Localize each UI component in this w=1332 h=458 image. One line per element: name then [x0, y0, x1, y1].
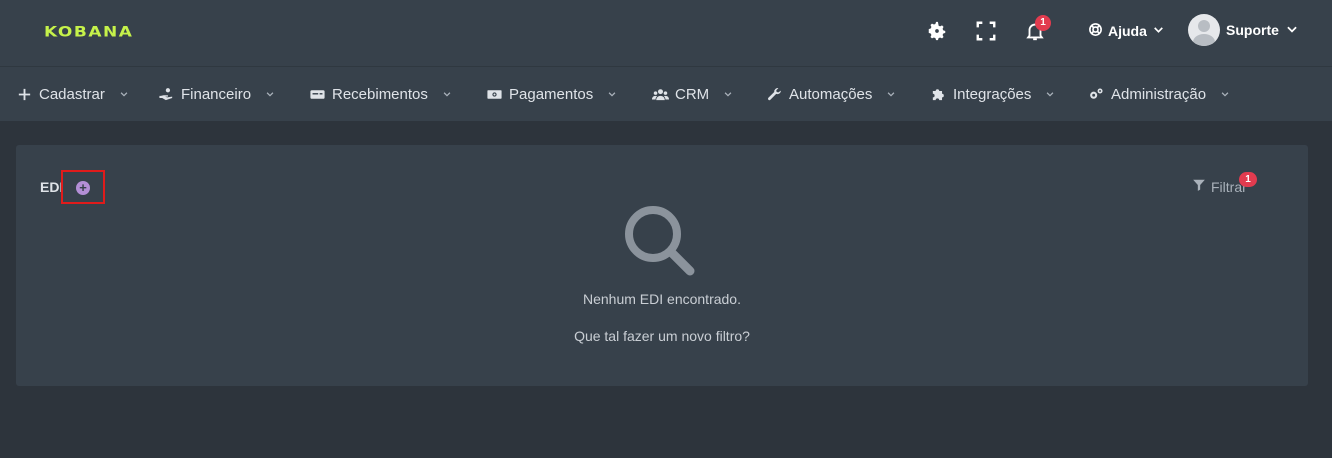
nav-financeiro[interactable]: Financeiro: [158, 67, 275, 121]
money-icon: [486, 86, 503, 103]
chevron-down-icon: [888, 92, 895, 97]
funnel-icon: [1192, 178, 1206, 195]
nav-label: Pagamentos: [509, 85, 594, 103]
add-edi-button[interactable]: +: [61, 170, 105, 204]
empty-state-title: Nenhum EDI encontrado.: [583, 291, 741, 307]
page-title: EDI: [40, 179, 64, 195]
gear-icon[interactable]: [926, 20, 948, 42]
empty-state-hint: Que tal fazer um novo filtro?: [574, 328, 750, 344]
bell-icon[interactable]: 1: [1024, 15, 1051, 42]
nav-integracoes[interactable]: Integrações: [930, 67, 1055, 121]
chevron-down-icon: [1285, 22, 1299, 39]
nav-label: Administração: [1111, 85, 1207, 103]
nav-label: CRM: [675, 85, 710, 103]
filter-count-badge: 1: [1239, 172, 1257, 187]
nav-administracao[interactable]: Administração: [1088, 67, 1230, 121]
fullscreen-icon[interactable]: [975, 20, 997, 42]
user-name: Suporte: [1226, 22, 1279, 38]
nav-label: Automações: [789, 85, 873, 103]
main-nav: Cadastrar Financeiro Recebimentos Pagame…: [0, 67, 1332, 121]
search-icon: [625, 206, 695, 276]
chevron-down-icon: [1221, 92, 1229, 97]
cogs-icon: [1088, 86, 1105, 103]
plus-icon: [16, 86, 33, 103]
nav-crm[interactable]: CRM: [652, 67, 733, 121]
chevron-down-icon: [1047, 92, 1054, 97]
wrench-icon: [766, 86, 783, 103]
chevron-down-icon: [608, 92, 616, 97]
chevron-down-icon: [266, 92, 274, 97]
chevron-down-icon: [120, 92, 128, 97]
edi-panel: EDI + Filtrar 1 Nenhum EDI encontrado. Q…: [16, 145, 1308, 386]
nav-cadastrar[interactable]: Cadastrar: [16, 67, 129, 121]
nav-label: Recebimentos: [332, 85, 428, 103]
hand-money-icon: [158, 86, 175, 103]
nav-pagamentos[interactable]: Pagamentos: [486, 67, 617, 121]
nav-recebimentos[interactable]: Recebimentos: [309, 67, 452, 121]
nav-automacoes[interactable]: Automações: [766, 67, 896, 121]
nav-label: Integrações: [953, 85, 1032, 103]
chevron-down-icon: [443, 92, 451, 97]
nav-label: Cadastrar: [39, 85, 105, 103]
avatar: [1188, 14, 1220, 46]
kobana-logo[interactable]: KOBANA: [44, 24, 133, 41]
help-label: Ajuda: [1108, 23, 1147, 39]
user-menu[interactable]: Suporte: [1188, 14, 1299, 46]
users-icon: [652, 86, 669, 103]
help-menu[interactable]: Ajuda: [1088, 20, 1165, 42]
nav-label: Financeiro: [181, 85, 252, 103]
notification-badge: 1: [1035, 15, 1051, 31]
plus-circle-icon: +: [76, 181, 90, 195]
puzzle-icon: [930, 86, 947, 103]
card-icon: [309, 86, 326, 103]
chevron-down-icon: [724, 92, 732, 97]
top-bar: KOBANA 1 Ajuda Suporte: [0, 0, 1332, 67]
lifebuoy-icon: [1088, 22, 1103, 40]
filter-button[interactable]: Filtrar 1: [1192, 172, 1257, 195]
chevron-down-icon: [1152, 23, 1165, 39]
